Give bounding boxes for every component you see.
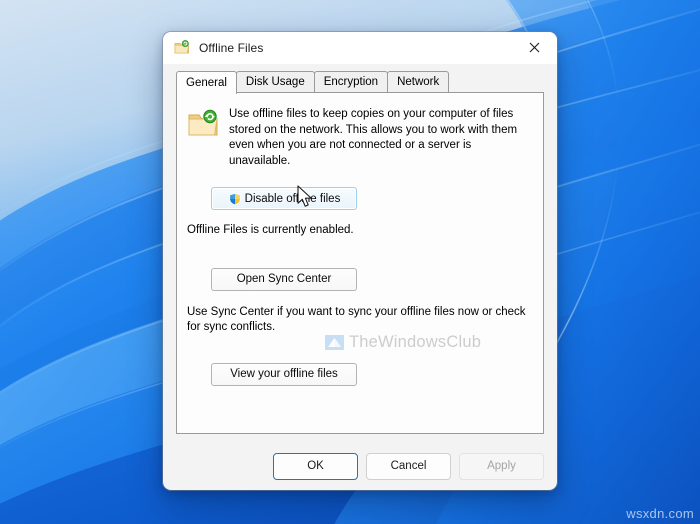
- title-bar[interactable]: Offline Files: [163, 32, 557, 64]
- offline-files-dialog: Offline Files General Disk Usage Encrypt…: [163, 32, 557, 490]
- view-offline-files-button[interactable]: View your offline files: [211, 362, 357, 386]
- open-sync-center-label: Open Sync Center: [236, 273, 332, 285]
- offline-files-folder-sync-icon: [187, 108, 219, 140]
- close-icon[interactable]: [512, 32, 557, 63]
- dialog-footer: OK Cancel Apply: [163, 442, 557, 490]
- view-offline-files-label: View your offline files: [230, 368, 338, 380]
- open-sync-center-button[interactable]: Open Sync Center: [211, 267, 357, 291]
- apply-button: Apply: [459, 452, 544, 480]
- tab-encryption[interactable]: Encryption: [313, 71, 389, 92]
- cancel-button[interactable]: Cancel: [366, 452, 451, 480]
- info-block: Use offline files to keep copies on your…: [177, 93, 543, 169]
- disable-offline-files-button[interactable]: Disable offline files: [211, 187, 357, 210]
- site-watermark: wsxdn.com: [626, 506, 694, 521]
- window-title: Offline Files: [199, 41, 264, 55]
- uac-shield-icon: [228, 192, 242, 206]
- sync-center-help-text: Use Sync Center if you want to sync your…: [187, 305, 526, 334]
- description-text: Use offline files to keep copies on your…: [229, 108, 518, 167]
- tab-disk-usage[interactable]: Disk Usage: [235, 71, 315, 92]
- disable-offline-files-label: Disable offline files: [244, 192, 341, 205]
- general-tab-panel: Use offline files to keep copies on your…: [176, 92, 544, 434]
- offline-files-status-text: Offline Files is currently enabled.: [187, 223, 354, 236]
- tab-network[interactable]: Network: [387, 71, 450, 92]
- offline-files-folder-icon: [174, 40, 190, 56]
- tab-strip: General Disk Usage Encryption Network: [176, 70, 544, 94]
- tab-general[interactable]: General: [176, 71, 237, 94]
- dialog-client-area: General Disk Usage Encryption Network Us…: [163, 64, 557, 442]
- ok-button[interactable]: OK: [273, 452, 358, 480]
